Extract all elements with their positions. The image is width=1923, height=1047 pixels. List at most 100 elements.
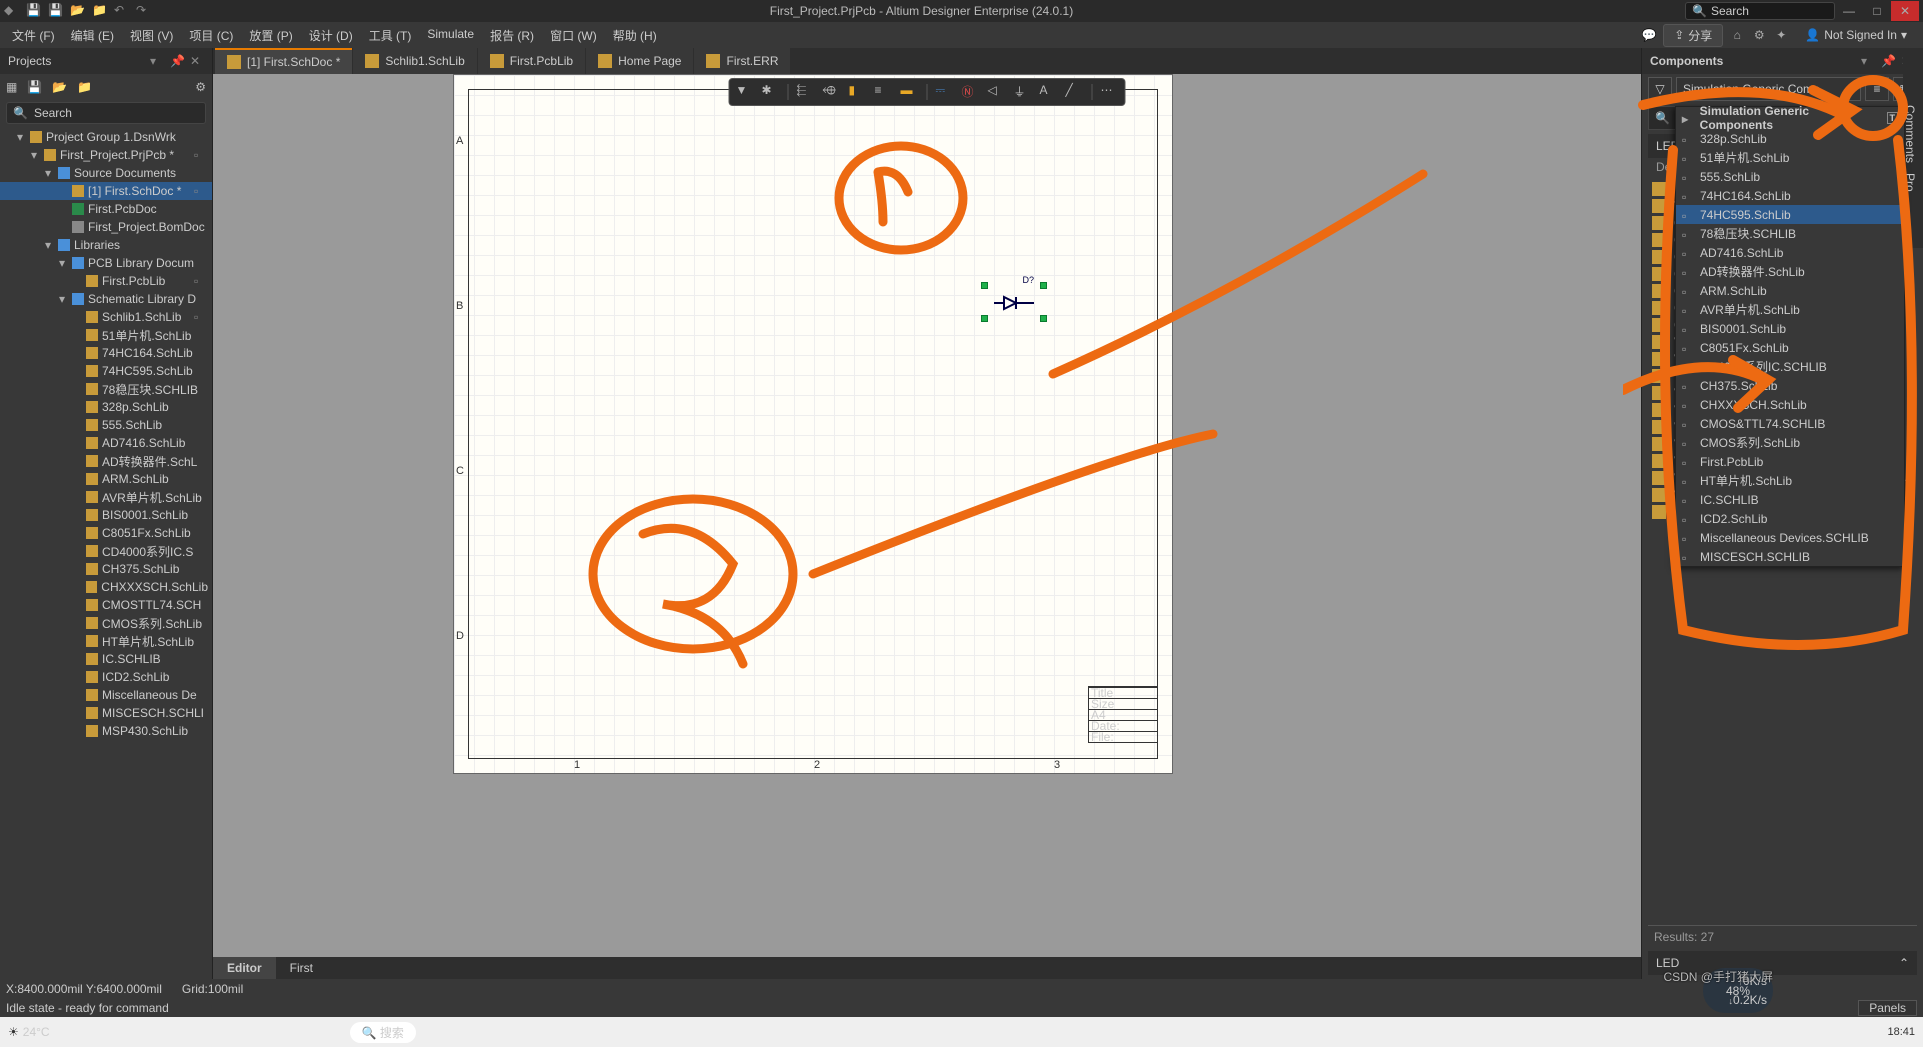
projects-search[interactable]: 🔍 Search [6, 102, 206, 124]
tree-node[interactable]: Miscellaneous De [0, 686, 212, 704]
library-dropdown-popup[interactable]: ▸Simulation Generic ComponentsT▫328p.Sch… [1675, 106, 1905, 567]
right-rail[interactable]: Comments Pro [1903, 48, 1923, 248]
menu-item[interactable]: 编辑 (E) [63, 25, 122, 46]
panels-button[interactable]: Panels [1858, 1000, 1917, 1016]
lib-dropdown-item[interactable]: ▫CMOS系列.SchLib [1676, 433, 1904, 452]
tree-node[interactable]: 78稳压块.SCHLIB [0, 380, 212, 398]
wire-icon[interactable]: ⎓ [936, 83, 954, 101]
global-search[interactable]: 🔍 Search [1685, 2, 1835, 20]
align-center-icon[interactable]: ▮ [849, 83, 867, 101]
tree-node[interactable]: ▾Project Group 1.DsnWrk [0, 128, 212, 146]
lib-dropdown-item[interactable]: ▫74HC595.SchLib [1676, 205, 1904, 224]
menu-item[interactable]: 帮助 (H) [605, 25, 665, 46]
open-folder-icon[interactable]: 📂 [52, 80, 67, 94]
dropdown-icon[interactable]: ▾ [1861, 54, 1875, 68]
taskbar-clock[interactable]: 18:41 [1887, 1026, 1915, 1038]
lib-dropdown-item[interactable]: ▫Miscellaneous Devices.SCHLIB [1676, 528, 1904, 547]
taskbar-search[interactable]: 🔍 搜索 [350, 1022, 416, 1043]
tree-node[interactable]: 555.SchLib [0, 416, 212, 434]
tab-first[interactable]: First [276, 957, 327, 979]
tree-node[interactable]: C8051Fx.SchLib [0, 524, 212, 542]
line-icon[interactable]: ╱ [1066, 83, 1084, 101]
filter-icon[interactable]: ▼ [736, 83, 754, 101]
lib-dropdown-item[interactable]: ▫CH375.SchLib [1676, 376, 1904, 395]
save-icon[interactable]: 💾 [26, 3, 42, 19]
tree-node[interactable]: [1] First.SchDoc *▫ [0, 182, 212, 200]
tab-editor[interactable]: Editor [213, 957, 276, 979]
document-tab[interactable]: First.ERR [694, 48, 790, 74]
library-dropdown[interactable]: Simulation Generic Comp ▾ [1676, 77, 1861, 101]
schematic-sheet[interactable]: A B C D 1 2 3 D? Title Size A4 Date: [453, 74, 1173, 774]
powerport-icon[interactable]: ⏚ [1014, 83, 1032, 101]
tree-node[interactable]: First.PcbLib▫ [0, 272, 212, 290]
document-tab[interactable]: Home Page [586, 48, 693, 74]
minimize-button[interactable]: — [1835, 1, 1863, 21]
lib-dropdown-item[interactable]: ▫BIS0001.SchLib [1676, 319, 1904, 338]
pin-icon[interactable]: 📌 [170, 54, 184, 68]
lib-dropdown-item[interactable]: ▫CD4000系列IC.SCHLIB [1676, 357, 1904, 376]
menu-item[interactable]: 工具 (T) [361, 25, 420, 46]
align-top-icon[interactable]: ▬ [901, 83, 919, 101]
distribute-h-icon[interactable]: ≡ [875, 83, 893, 101]
lib-dropdown-item[interactable]: ▫555.SchLib [1676, 167, 1904, 186]
menu-item[interactable]: 视图 (V) [122, 25, 181, 46]
tree-node[interactable]: BIS0001.SchLib [0, 506, 212, 524]
lib-dropdown-item[interactable]: ▫ICD2.SchLib [1676, 509, 1904, 528]
tree-node[interactable]: First_Project.BomDoc [0, 218, 212, 236]
align-left-icon[interactable]: ⬱ [797, 83, 815, 101]
selected-component[interactable]: D? [984, 285, 1044, 319]
close-button[interactable]: ✕ [1891, 1, 1919, 21]
share-button[interactable]: ⇪分享 [1663, 24, 1723, 47]
document-tab[interactable]: Schlib1.SchLib [353, 48, 476, 74]
lib-dropdown-item[interactable]: ▫HT单片机.SchLib [1676, 471, 1904, 490]
menu-item[interactable]: 项目 (C) [181, 25, 241, 46]
lib-dropdown-item[interactable]: ▫MISCESCH.SCHLIB [1676, 547, 1904, 566]
port-icon[interactable]: ◁ [988, 83, 1006, 101]
menu-item[interactable]: 窗口 (W) [542, 25, 605, 46]
taskbar[interactable]: ☀ 24°C 🔍 搜索 18:41 [0, 1017, 1923, 1047]
tree-node[interactable]: IC.SCHLIB [0, 650, 212, 668]
dropdown-icon[interactable]: ▾ [150, 54, 164, 68]
tree-node[interactable]: 328p.SchLib [0, 398, 212, 416]
netlabel-icon[interactable]: Ⓝ [962, 83, 980, 101]
menu-item[interactable]: 放置 (P) [241, 25, 300, 46]
gear-icon[interactable]: ⚙ [1749, 25, 1769, 45]
home-icon[interactable]: ⌂ [1727, 25, 1747, 45]
more-icon[interactable]: ⋯ [1101, 83, 1119, 101]
clear-filter-icon[interactable]: ✱ [762, 83, 780, 101]
save-icon[interactable]: 💾 [27, 80, 42, 94]
pin-icon[interactable]: 📌 [1881, 54, 1895, 68]
undo-icon[interactable]: ↶ [114, 3, 130, 19]
tree-node[interactable]: First.PcbDoc [0, 200, 212, 218]
schematic-canvas[interactable]: ▼ ✱ ⬱ ⬲ ▮ ≡ ▬ ⎓ Ⓝ ◁ ⏚ A ╱ ⋯ A [213, 74, 1641, 957]
menu-item[interactable]: 文件 (F) [4, 25, 63, 46]
text-icon[interactable]: A [1040, 83, 1058, 101]
lib-dropdown-item[interactable]: ▫78稳压块.SCHLIB [1676, 224, 1904, 243]
tree-node[interactable]: ARM.SchLib [0, 470, 212, 488]
lib-dropdown-item[interactable]: ▫AD转换器件.SchLib [1676, 262, 1904, 281]
tree-node[interactable]: ▾First_Project.PrjPcb *▫ [0, 146, 212, 164]
tree-node[interactable]: MISCESCH.SCHLI [0, 704, 212, 722]
lib-dropdown-item[interactable]: ▫74HC164.SchLib [1676, 186, 1904, 205]
tree-node[interactable]: CD4000系列IC.S [0, 542, 212, 560]
document-tab[interactable]: [1] First.SchDoc * [215, 48, 352, 74]
lib-dropdown-item[interactable]: ▫ARM.SchLib [1676, 281, 1904, 300]
align-right-icon[interactable]: ⬲ [823, 83, 841, 101]
document-tab[interactable]: First.PcbLib [478, 48, 585, 74]
list-icon[interactable]: ≡ [1865, 77, 1889, 101]
lib-dropdown-item[interactable]: ▫First.PcbLib [1676, 452, 1904, 471]
lib-dropdown-item[interactable]: ▫AVR单片机.SchLib [1676, 300, 1904, 319]
weather-widget[interactable]: ☀ 24°C [8, 1025, 50, 1039]
tree-node[interactable]: CMOS系列.SchLib [0, 614, 212, 632]
tree-node[interactable]: 74HC595.SchLib [0, 362, 212, 380]
tree-node[interactable]: ICD2.SchLib [0, 668, 212, 686]
open-icon[interactable]: 📂 [70, 3, 86, 19]
redo-icon[interactable]: ↷ [136, 3, 152, 19]
tree-node[interactable]: 51单片机.SchLib [0, 326, 212, 344]
lib-dropdown-item[interactable]: ▫CHXXXSCH.SchLib [1676, 395, 1904, 414]
tree-node[interactable]: AVR单片机.SchLib [0, 488, 212, 506]
projects-tree[interactable]: ▾Project Group 1.DsnWrk▾First_Project.Pr… [0, 126, 212, 979]
tree-node[interactable]: Schlib1.SchLib▫ [0, 308, 212, 326]
lib-dropdown-item[interactable]: ▫C8051Fx.SchLib [1676, 338, 1904, 357]
close-icon[interactable]: ✕ [190, 54, 204, 68]
